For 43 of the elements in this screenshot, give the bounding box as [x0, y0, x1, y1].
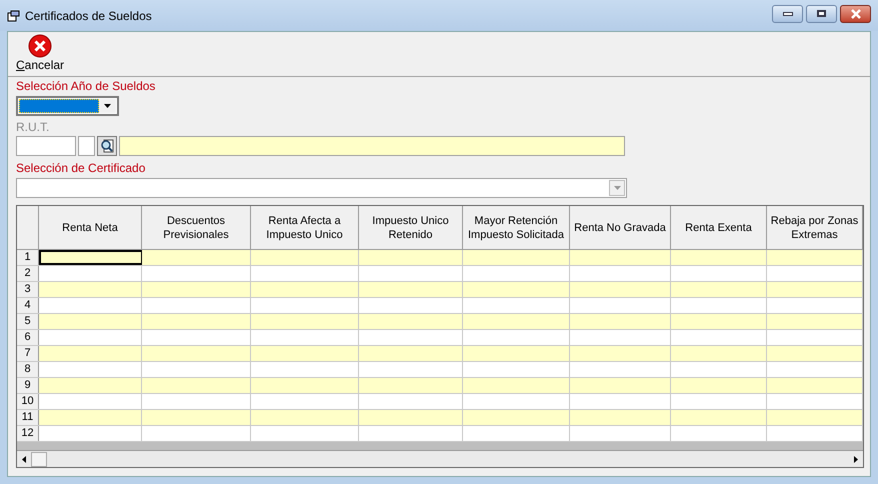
rut-label: R.U.T.: [16, 120, 50, 135]
row-header[interactable]: 2: [17, 266, 39, 281]
row-header[interactable]: 11: [17, 410, 39, 425]
column-header[interactable]: Impuesto Unico Retenido: [359, 206, 463, 249]
window-title: Certificados de Sueldos: [25, 8, 152, 24]
cancel-icon: [28, 34, 52, 58]
column-header[interactable]: Rebaja por Zonas Extremas: [767, 206, 863, 249]
row-header[interactable]: 1: [17, 250, 39, 265]
column-header[interactable]: Renta Afecta a Impuesto Unico: [251, 206, 359, 249]
row-header[interactable]: 6: [17, 330, 39, 345]
certificate-label: Selección de Certificado: [16, 161, 146, 176]
window-icon: [7, 10, 21, 22]
close-icon: [850, 8, 862, 18]
row-header[interactable]: 7: [17, 346, 39, 361]
column-header[interactable]: Renta No Gravada: [570, 206, 671, 249]
maximize-button[interactable]: [806, 4, 837, 22]
name-field[interactable]: [119, 136, 625, 156]
row-header[interactable]: 10: [17, 394, 39, 409]
search-icon: [100, 139, 114, 153]
column-header[interactable]: Renta Exenta: [671, 206, 767, 249]
row-header[interactable]: 4: [17, 298, 39, 313]
column-header[interactable]: Mayor Retención Impuesto Solicitada: [463, 206, 570, 249]
search-button[interactable]: [97, 136, 117, 156]
table-cell[interactable]: [39, 250, 142, 265]
column-header[interactable]: Descuentos Previsionales: [142, 206, 251, 249]
close-button[interactable]: [840, 4, 871, 22]
column-header[interactable]: Renta Neta: [39, 206, 142, 249]
scroll-thumb[interactable]: [31, 452, 47, 466]
rut-digit-field[interactable]: [78, 136, 95, 156]
dropdown-arrow-icon: [614, 186, 620, 190]
row-header[interactable]: 5: [17, 314, 39, 329]
row-header[interactable]: 3: [17, 282, 39, 297]
horizontal-scrollbar[interactable]: [17, 450, 863, 467]
certificate-dropdown[interactable]: [16, 178, 627, 198]
row-header[interactable]: 12: [17, 426, 39, 441]
minimize-button[interactable]: [772, 4, 803, 22]
year-label: Selección Año de Sueldos: [16, 79, 156, 94]
dropdown-arrow-icon: [104, 104, 111, 108]
cancel-button[interactable]: Cancelar: [16, 34, 64, 76]
year-dropdown[interactable]: [16, 96, 119, 116]
row-header[interactable]: 9: [17, 378, 39, 393]
rut-number-field[interactable]: [16, 136, 76, 156]
row-header[interactable]: 8: [17, 362, 39, 377]
